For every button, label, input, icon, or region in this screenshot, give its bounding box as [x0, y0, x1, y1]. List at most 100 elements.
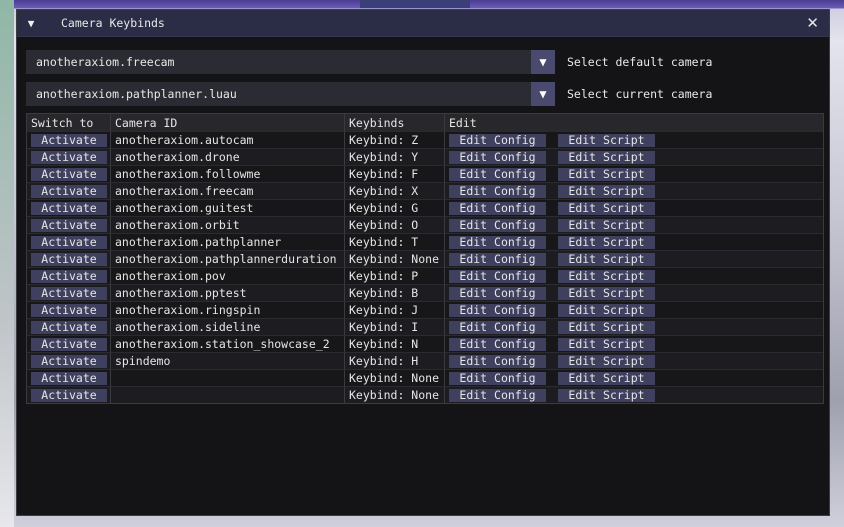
edit-config-button[interactable]: Edit Config: [449, 354, 546, 368]
camera-id-cell: anotheraxiom.guitest: [111, 199, 345, 216]
edit-script-button[interactable]: Edit Script: [558, 286, 655, 300]
edit-cell: Edit Config Edit Script: [445, 233, 823, 250]
activate-button[interactable]: Activate: [31, 337, 107, 351]
activate-button[interactable]: Activate: [31, 286, 107, 300]
switch-cell: Activate: [27, 369, 111, 386]
table-row: Activate Keybind: None Edit Config Edit Scr…: [27, 369, 823, 386]
edit-script-button[interactable]: Edit Script: [558, 337, 655, 351]
edit-config-button[interactable]: Edit Config: [449, 184, 546, 198]
title-bar[interactable]: ▼ Camera Keybinds ✕: [17, 10, 829, 37]
activate-button[interactable]: Activate: [31, 252, 107, 266]
camera-id-cell: anotheraxiom.station_showcase_2: [111, 335, 345, 352]
edit-script-button[interactable]: Edit Script: [558, 150, 655, 164]
edit-script-button[interactable]: Edit Script: [558, 388, 655, 402]
edit-script-button[interactable]: Edit Script: [558, 269, 655, 283]
edit-config-button[interactable]: Edit Config: [449, 133, 546, 147]
edit-config-button[interactable]: Edit Config: [449, 320, 546, 334]
switch-cell: Activate: [27, 335, 111, 352]
keybind-cell[interactable]: Keybind: None: [345, 250, 445, 267]
current-camera-dropdown-icon[interactable]: ▼: [531, 82, 555, 106]
activate-button[interactable]: Activate: [31, 354, 107, 368]
edit-config-button[interactable]: Edit Config: [449, 201, 546, 215]
default-camera-dropdown-icon[interactable]: ▼: [531, 50, 555, 74]
edit-script-button[interactable]: Edit Script: [558, 235, 655, 249]
default-camera-value: anotheraxiom.freecam: [36, 55, 175, 69]
edit-cell: Edit Config Edit Script: [445, 267, 823, 284]
edit-script-button[interactable]: Edit Script: [558, 354, 655, 368]
switch-cell: Activate: [27, 131, 111, 148]
keybind-cell[interactable]: Keybind: B: [345, 284, 445, 301]
camera-keybinds-window: ▼ Camera Keybinds ✕ anotheraxiom.freecam…: [16, 9, 830, 516]
close-icon[interactable]: ✕: [806, 14, 819, 32]
edit-script-button[interactable]: Edit Script: [558, 252, 655, 266]
edit-script-button[interactable]: Edit Script: [558, 167, 655, 181]
keybind-cell[interactable]: Keybind: Z: [345, 131, 445, 148]
default-camera-combo[interactable]: anotheraxiom.freecam: [26, 50, 531, 74]
activate-button[interactable]: Activate: [31, 235, 107, 249]
keybind-cell[interactable]: Keybind: F: [345, 165, 445, 182]
activate-button[interactable]: Activate: [31, 218, 107, 232]
activate-button[interactable]: Activate: [31, 320, 107, 334]
edit-config-button[interactable]: Edit Config: [449, 269, 546, 283]
activate-button[interactable]: Activate: [31, 388, 107, 402]
activate-button[interactable]: Activate: [31, 167, 107, 181]
keybind-cell[interactable]: Keybind: G: [345, 199, 445, 216]
collapse-triangle-icon[interactable]: ▼: [17, 17, 45, 30]
edit-cell: Edit Config Edit Script: [445, 199, 823, 216]
edit-script-button[interactable]: Edit Script: [558, 303, 655, 317]
edit-config-button[interactable]: Edit Config: [449, 252, 546, 266]
edit-script-button[interactable]: Edit Script: [558, 133, 655, 147]
camera-id-cell: anotheraxiom.ringspin: [111, 301, 345, 318]
edit-cell: Edit Config Edit Script: [445, 148, 823, 165]
activate-button[interactable]: Activate: [31, 184, 107, 198]
table-row: Activate anotheraxiom.sideline Keybind: I E…: [27, 318, 823, 335]
table-row: Activate anotheraxiom.drone Keybind: Y Edit…: [27, 148, 823, 165]
keybind-cell[interactable]: Keybind: H: [345, 352, 445, 369]
edit-config-button[interactable]: Edit Config: [449, 218, 546, 232]
keybind-cell[interactable]: Keybind: P: [345, 267, 445, 284]
edit-script-button[interactable]: Edit Script: [558, 184, 655, 198]
camera-table: Switch to Camera ID Keybinds Edit Activa…: [26, 113, 824, 404]
edit-script-button[interactable]: Edit Script: [558, 218, 655, 232]
activate-button[interactable]: Activate: [31, 133, 107, 147]
table-row: Activate anotheraxiom.pptest Keybind: B Edi…: [27, 284, 823, 301]
switch-cell: Activate: [27, 318, 111, 335]
edit-script-button[interactable]: Edit Script: [558, 371, 655, 385]
table-row: Activate anotheraxiom.orbit Keybind: O Edit…: [27, 216, 823, 233]
activate-button[interactable]: Activate: [31, 269, 107, 283]
edit-cell: Edit Config Edit Script: [445, 284, 823, 301]
keybind-cell[interactable]: Keybind: None: [345, 369, 445, 386]
keybind-cell[interactable]: Keybind: J: [345, 301, 445, 318]
switch-cell: Activate: [27, 182, 111, 199]
edit-config-button[interactable]: Edit Config: [449, 286, 546, 300]
edit-script-button[interactable]: Edit Script: [558, 320, 655, 334]
edit-cell: Edit Config Edit Script: [445, 369, 823, 386]
keybind-cell[interactable]: Keybind: T: [345, 233, 445, 250]
edit-config-button[interactable]: Edit Config: [449, 303, 546, 317]
edit-config-button[interactable]: Edit Config: [449, 337, 546, 351]
table-row: Activate anotheraxiom.freecam Keybind: X Ed…: [27, 182, 823, 199]
keybind-cell[interactable]: Keybind: I: [345, 318, 445, 335]
activate-button[interactable]: Activate: [31, 201, 107, 215]
activate-button[interactable]: Activate: [31, 150, 107, 164]
switch-cell: Activate: [27, 250, 111, 267]
camera-id-cell: anotheraxiom.sideline: [111, 318, 345, 335]
edit-config-button[interactable]: Edit Config: [449, 167, 546, 181]
switch-cell: Activate: [27, 233, 111, 250]
keybind-cell[interactable]: Keybind: None: [345, 386, 445, 403]
keybind-cell[interactable]: Keybind: Y: [345, 148, 445, 165]
edit-config-button[interactable]: Edit Config: [449, 150, 546, 164]
edit-config-button[interactable]: Edit Config: [449, 371, 546, 385]
edit-config-button[interactable]: Edit Config: [449, 388, 546, 402]
edit-script-button[interactable]: Edit Script: [558, 201, 655, 215]
keybind-cell[interactable]: Keybind: X: [345, 182, 445, 199]
activate-button[interactable]: Activate: [31, 371, 107, 385]
keybind-cell[interactable]: Keybind: N: [345, 335, 445, 352]
edit-config-button[interactable]: Edit Config: [449, 235, 546, 249]
camera-id-cell: spindemo: [111, 352, 345, 369]
keybind-cell[interactable]: Keybind: O: [345, 216, 445, 233]
header-switch-to: Switch to: [27, 114, 111, 131]
current-camera-combo[interactable]: anotheraxiom.pathplanner.luau: [26, 82, 531, 106]
activate-button[interactable]: Activate: [31, 303, 107, 317]
header-camera-id: Camera ID: [111, 114, 345, 131]
